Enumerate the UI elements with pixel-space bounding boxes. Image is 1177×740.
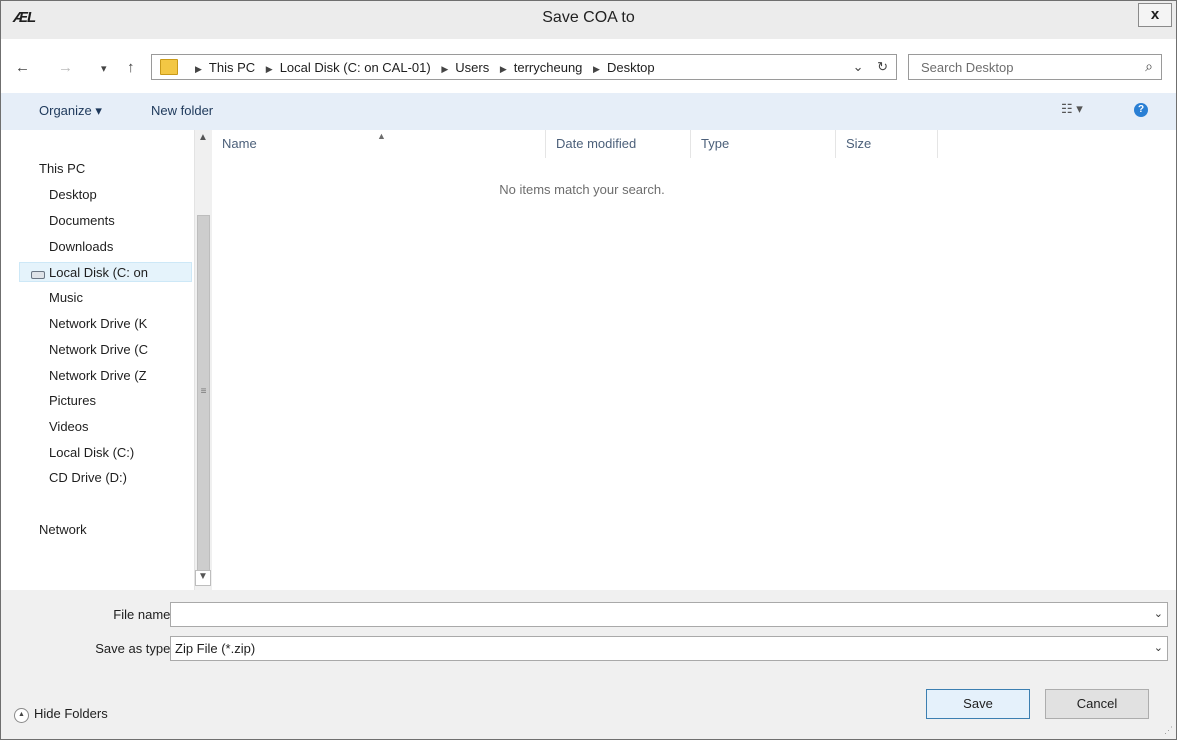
sidebar-item-network-drive-c[interactable]: Network Drive (C bbox=[49, 340, 197, 360]
navigation-bar: ← → ▾ ↑ ▶ This PC ▶ Local Disk (C: on CAL-… bbox=[1, 39, 1176, 93]
hide-folders-label: Hide Folders bbox=[34, 706, 108, 721]
save-button[interactable]: Save bbox=[926, 689, 1030, 719]
window-title: Save COA to bbox=[542, 9, 635, 26]
view-options-icon[interactable]: ☷ ▾ bbox=[1061, 101, 1083, 117]
sidebar-item-cd-drive[interactable]: CD Drive (D:) bbox=[49, 468, 197, 488]
scrollbar-thumb[interactable]: ≡ bbox=[197, 215, 210, 585]
sidebar-scrollbar[interactable]: ▲ ≡ ▼ bbox=[194, 130, 212, 590]
sidebar-item-this-pc[interactable]: This PC bbox=[39, 159, 187, 179]
file-list: Name ▲ Date modified Type Size No items … bbox=[212, 130, 1176, 590]
sidebar-item-pictures[interactable]: Pictures bbox=[49, 391, 197, 411]
sort-ascending-icon: ▲ bbox=[377, 131, 386, 141]
sidebar-item-network-drive-k[interactable]: Network Drive (K bbox=[49, 314, 197, 334]
drive-icon bbox=[31, 271, 45, 279]
save-as-type-value: Zip File (*.zip) bbox=[175, 641, 256, 656]
help-icon[interactable]: ? bbox=[1134, 103, 1148, 117]
sidebar-item-music[interactable]: Music bbox=[49, 288, 197, 308]
sidebar-item-network-drive-z[interactable]: Network Drive (Z bbox=[49, 366, 197, 386]
breadcrumb-local-disk[interactable]: Local Disk (C: on CAL-01) bbox=[280, 60, 431, 75]
empty-message: No items match your search. bbox=[499, 182, 665, 197]
forward-icon[interactable]: → bbox=[58, 59, 73, 76]
back-icon[interactable]: ← bbox=[15, 59, 30, 76]
scroll-down-icon[interactable]: ▼ bbox=[195, 570, 211, 586]
hide-folders-button[interactable]: ▲ Hide Folders bbox=[14, 706, 108, 723]
sidebar-item-local-disk-c-on[interactable]: Local Disk (C: on bbox=[19, 262, 192, 282]
breadcrumb-terrycheung[interactable]: terrycheung bbox=[514, 60, 583, 75]
column-header-name[interactable]: Name ▲ bbox=[212, 130, 546, 158]
file-name-label: File name: bbox=[113, 607, 174, 622]
new-folder-button[interactable]: New folder bbox=[151, 103, 213, 118]
folder-icon bbox=[160, 59, 178, 75]
sidebar-item-local-disk-c[interactable]: Local Disk (C:) bbox=[49, 443, 197, 463]
address-dropdown-icon[interactable]: ⌄ bbox=[853, 59, 864, 74]
breadcrumb-users[interactable]: Users bbox=[455, 60, 489, 75]
breadcrumb: ▶ This PC ▶ Local Disk (C: on CAL-01) ▶ Use… bbox=[195, 60, 655, 75]
column-header-size[interactable]: Size bbox=[836, 130, 938, 158]
resize-grip-icon[interactable]: ⋰ bbox=[1164, 725, 1173, 736]
save-as-type-dropdown-icon[interactable]: ⌄ bbox=[1154, 641, 1163, 654]
cancel-button[interactable]: Cancel bbox=[1045, 689, 1149, 719]
file-name-dropdown-icon[interactable]: ⌄ bbox=[1154, 607, 1163, 620]
navigation-pane: This PC Desktop Documents Downloads Loca… bbox=[1, 130, 194, 590]
breadcrumb-desktop[interactable]: Desktop bbox=[607, 60, 655, 75]
close-button[interactable]: x bbox=[1138, 3, 1172, 27]
organize-button[interactable]: Organize ▾ bbox=[39, 103, 102, 119]
sidebar-item-videos[interactable]: Videos bbox=[49, 417, 197, 437]
search-input[interactable]: Search Desktop ⌕ bbox=[908, 54, 1162, 80]
sidebar-item-desktop[interactable]: Desktop bbox=[49, 185, 197, 205]
collapse-icon: ▲ bbox=[14, 708, 29, 723]
refresh-icon[interactable]: ↻ bbox=[877, 59, 888, 74]
recent-locations-icon[interactable]: ▾ bbox=[101, 62, 107, 75]
search-icon[interactable]: ⌕ bbox=[1145, 58, 1153, 75]
sidebar-item-downloads[interactable]: Downloads bbox=[49, 237, 197, 257]
column-header-date-modified[interactable]: Date modified bbox=[546, 130, 691, 158]
save-as-type-label: Save as type: bbox=[95, 641, 174, 656]
save-dialog: ÆL Save COA to x ← → ▾ ↑ ▶ This PC ▶ Local… bbox=[0, 0, 1177, 740]
column-header-type[interactable]: Type bbox=[691, 130, 836, 158]
title-bar: ÆL Save COA to x bbox=[1, 1, 1176, 39]
address-bar[interactable]: ▶ This PC ▶ Local Disk (C: on CAL-01) ▶ Use… bbox=[151, 54, 897, 80]
up-icon[interactable]: ↑ bbox=[127, 59, 135, 76]
sidebar-item-documents[interactable]: Documents bbox=[49, 211, 197, 231]
scrollbar-grip-icon: ≡ bbox=[200, 386, 207, 397]
save-options: File name: ⌄ Save as type: Zip File (*.z… bbox=[1, 590, 1176, 739]
file-name-field[interactable]: ⌄ bbox=[170, 602, 1168, 627]
scroll-up-icon[interactable]: ▲ bbox=[195, 132, 211, 148]
sidebar-item-network[interactable]: Network bbox=[39, 520, 187, 540]
search-placeholder: Search Desktop bbox=[921, 60, 1014, 75]
command-bar: Organize ▾ New folder ☷ ▾ ? bbox=[1, 93, 1176, 131]
save-as-type-select[interactable]: Zip File (*.zip) ⌄ bbox=[170, 636, 1168, 661]
breadcrumb-this-pc[interactable]: This PC bbox=[209, 60, 255, 75]
